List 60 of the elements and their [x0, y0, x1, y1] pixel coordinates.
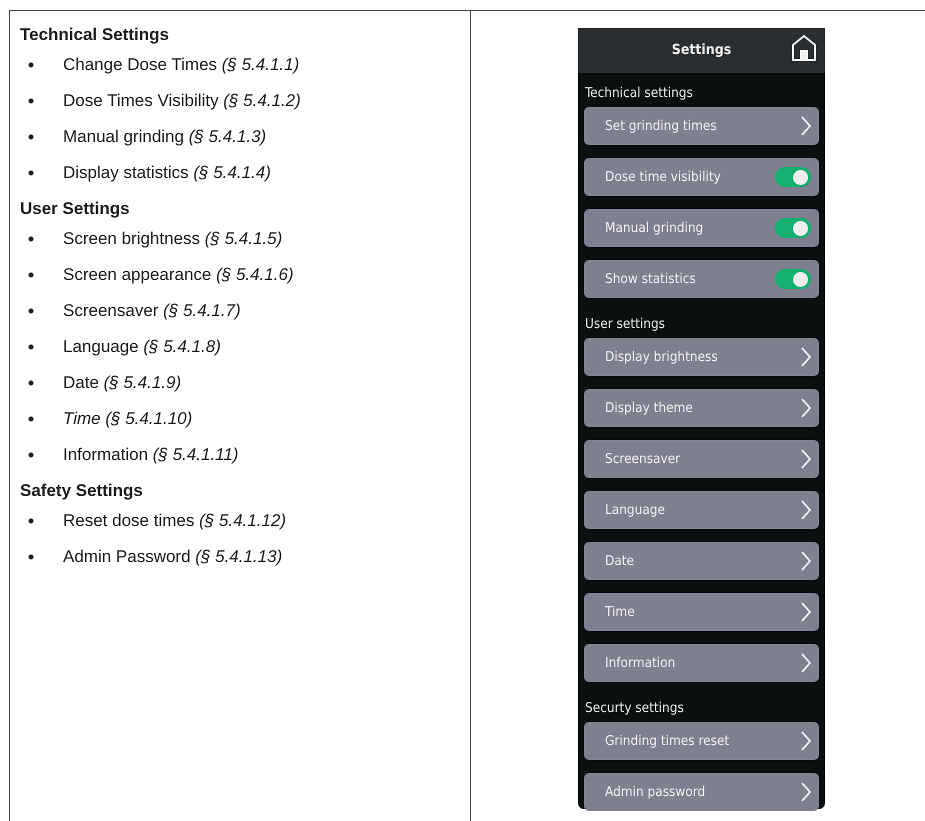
list-item: Screensaver (§ 5.4.1.7)	[63, 301, 241, 321]
list-item: Reset dose times (§ 5.4.1.12)	[63, 511, 286, 531]
settings-row[interactable]: Admin password	[584, 773, 819, 811]
settings-row[interactable]: Screensaver	[584, 440, 819, 478]
bullet-icon	[28, 62, 34, 68]
settings-row[interactable]: Manual grinding	[584, 209, 819, 247]
toggle-switch[interactable]	[775, 218, 811, 238]
group-label: Technical settings	[585, 84, 693, 102]
settings-row[interactable]: Information	[584, 644, 819, 682]
bullet-icon	[28, 308, 34, 314]
list-item: Date (§ 5.4.1.9)	[63, 373, 182, 393]
chevron-icon	[801, 500, 811, 520]
list-item: Screen appearance (§ 5.4.1.6)	[63, 265, 294, 285]
list-item: Screen brightness (§ 5.4.1.5)	[63, 229, 282, 249]
toggle-switch[interactable]	[775, 269, 811, 289]
bullet-icon	[28, 344, 34, 350]
settings-row[interactable]: Date	[584, 542, 819, 580]
chevron-icon	[801, 653, 811, 673]
chevron-icon	[801, 782, 811, 802]
bullet-icon	[28, 416, 34, 422]
bullet-icon	[28, 134, 34, 140]
home-icon[interactable]	[791, 34, 817, 62]
chevron-icon	[801, 347, 811, 367]
section-heading: User Settings	[20, 199, 131, 219]
settings-row[interactable]: Show statistics	[584, 260, 819, 298]
list-item: Time (§ 5.4.1.10)	[63, 409, 192, 429]
chevron-icon	[801, 602, 811, 622]
settings-row[interactable]: Display brightness	[584, 338, 819, 376]
bullet-icon	[28, 554, 34, 560]
bullet-icon	[28, 98, 34, 104]
bullet-icon	[28, 518, 34, 524]
section-heading: Safety Settings	[20, 481, 144, 501]
group-label: Securty settings	[585, 699, 684, 717]
settings-row[interactable]: Time	[584, 593, 819, 631]
screen-title: Settings	[672, 41, 732, 60]
settings-row[interactable]: Display theme	[584, 389, 819, 427]
section-heading: Technical Settings	[20, 25, 170, 45]
list-item: Information (§ 5.4.1.11)	[63, 445, 238, 465]
chevron-icon	[801, 116, 811, 136]
list-item: Language (§ 5.4.1.8)	[63, 337, 221, 357]
toggle-switch[interactable]	[775, 167, 811, 187]
bullet-icon	[28, 380, 34, 386]
list-item: Change Dose Times (§ 5.4.1.1)	[63, 55, 300, 75]
chevron-icon	[801, 731, 811, 751]
bullet-icon	[28, 236, 34, 242]
list-item: Manual grinding (§ 5.4.1.3)	[63, 127, 266, 147]
bullet-icon	[28, 170, 34, 176]
settings-row[interactable]: Language	[584, 491, 819, 529]
group-label: User settings	[585, 315, 665, 333]
bullet-icon	[28, 452, 34, 458]
list-item: Dose Times Visibility (§ 5.4.1.2)	[63, 91, 301, 111]
list-item: Admin Password (§ 5.4.1.13)	[63, 547, 282, 567]
bullet-icon	[28, 272, 34, 278]
settings-row[interactable]: Set grinding times	[584, 107, 819, 145]
chevron-icon	[801, 449, 811, 469]
list-item: Display statistics (§ 5.4.1.4)	[63, 163, 271, 183]
settings-row[interactable]: Grinding times reset	[584, 722, 819, 760]
settings-row[interactable]: Dose time visibility	[584, 158, 819, 196]
chevron-icon	[801, 551, 811, 571]
chevron-icon	[801, 398, 811, 418]
